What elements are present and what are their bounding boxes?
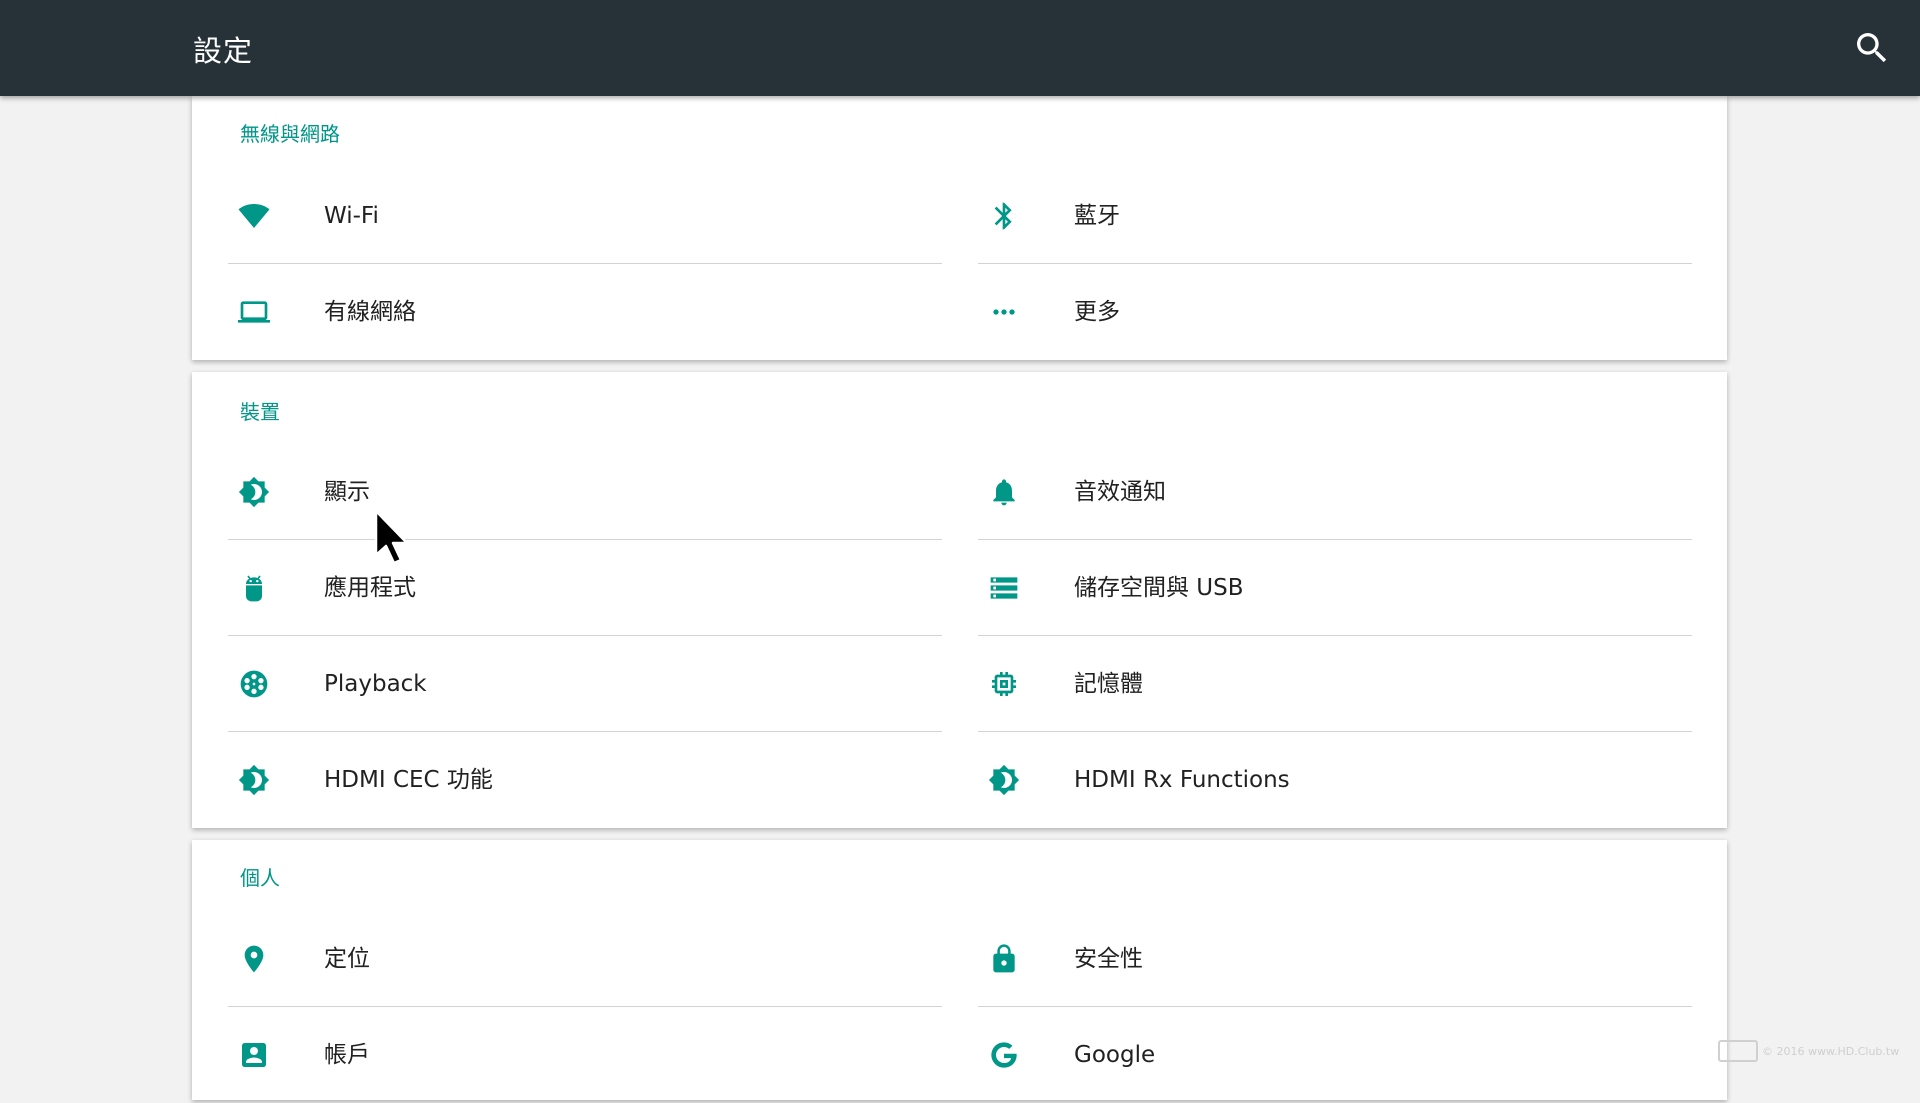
item-label: HDMI CEC 功能 bbox=[324, 767, 493, 793]
section-header: 個人 bbox=[240, 866, 280, 890]
item-label: 帳戶 bbox=[324, 1042, 370, 1068]
settings-item-bluetooth[interactable]: 藍牙 bbox=[978, 168, 1692, 264]
settings-item-hdmi-rx[interactable]: HDMI Rx Functions bbox=[978, 732, 1692, 828]
brightness-icon bbox=[238, 764, 270, 796]
mouse-pointer bbox=[374, 509, 414, 565]
item-label: 更多 bbox=[1074, 299, 1120, 325]
laptop-icon bbox=[238, 296, 270, 328]
item-label: 音效通知 bbox=[1074, 479, 1166, 505]
bluetooth-icon bbox=[988, 200, 1020, 232]
settings-item-apps[interactable]: 應用程式 bbox=[228, 540, 942, 636]
item-label: Google bbox=[1074, 1042, 1156, 1068]
settings-item-security[interactable]: 安全性 bbox=[978, 911, 1692, 1007]
settings-item-ethernet[interactable]: 有線網絡 bbox=[228, 264, 942, 360]
settings-item-accounts[interactable]: 帳戶 bbox=[228, 1007, 942, 1103]
more-horiz-icon bbox=[988, 296, 1020, 328]
wifi-icon bbox=[238, 200, 270, 232]
item-label: 顯示 bbox=[324, 479, 370, 505]
section-personal: 個人 定位 安全性 帳戶 Google bbox=[192, 840, 1727, 1100]
section-wireless-networks: 無線與網路 Wi-Fi 藍牙 有線網絡 更多 bbox=[192, 96, 1727, 360]
section-header: 裝置 bbox=[240, 400, 280, 424]
settings-item-location[interactable]: 定位 bbox=[228, 911, 942, 1007]
settings-item-playback[interactable]: Playback bbox=[228, 636, 942, 732]
item-label: HDMI Rx Functions bbox=[1074, 767, 1290, 793]
watermark-logo-icon bbox=[1718, 1040, 1758, 1062]
item-label: 安全性 bbox=[1074, 946, 1143, 972]
android-icon bbox=[238, 572, 270, 604]
memory-icon bbox=[988, 668, 1020, 700]
settings-item-memory[interactable]: 記憶體 bbox=[978, 636, 1692, 732]
watermark-text: © 2016 www.HD.Club.tw bbox=[1762, 1045, 1900, 1058]
page-title: 設定 bbox=[193, 34, 254, 68]
location-pin-icon bbox=[238, 943, 270, 975]
storage-icon bbox=[988, 572, 1020, 604]
section-device: 裝置 顯示 音效通知 應用程式 儲存空間與 USB Playback 記憶體 H… bbox=[192, 372, 1727, 828]
settings-item-storage[interactable]: 儲存空間與 USB bbox=[978, 540, 1692, 636]
film-reel-icon bbox=[238, 668, 270, 700]
search-icon bbox=[1852, 33, 1892, 72]
google-icon bbox=[988, 1039, 1020, 1071]
item-label: 儲存空間與 USB bbox=[1074, 575, 1244, 601]
item-label: 有線網絡 bbox=[324, 299, 416, 325]
settings-item-google[interactable]: Google bbox=[978, 1007, 1692, 1103]
app-bar: 設定 bbox=[0, 0, 1920, 96]
bell-icon bbox=[988, 476, 1020, 508]
item-label: Wi-Fi bbox=[324, 203, 379, 229]
item-label: 定位 bbox=[324, 946, 370, 972]
lock-icon bbox=[988, 943, 1020, 975]
settings-item-more[interactable]: 更多 bbox=[978, 264, 1692, 360]
item-label: 藍牙 bbox=[1074, 203, 1120, 229]
settings-item-wifi[interactable]: Wi-Fi bbox=[228, 168, 942, 264]
settings-item-display[interactable]: 顯示 bbox=[228, 444, 942, 540]
settings-item-sound[interactable]: 音效通知 bbox=[978, 444, 1692, 540]
watermark: © 2016 www.HD.Club.tw bbox=[1718, 1040, 1900, 1064]
item-label: 記憶體 bbox=[1074, 671, 1143, 697]
section-header: 無線與網路 bbox=[240, 122, 340, 146]
brightness-icon bbox=[238, 476, 270, 508]
account-box-icon bbox=[238, 1039, 270, 1071]
search-button[interactable] bbox=[1852, 28, 1892, 68]
settings-item-hdmi-cec[interactable]: HDMI CEC 功能 bbox=[228, 732, 942, 828]
item-label: Playback bbox=[324, 671, 427, 697]
brightness-icon bbox=[988, 764, 1020, 796]
